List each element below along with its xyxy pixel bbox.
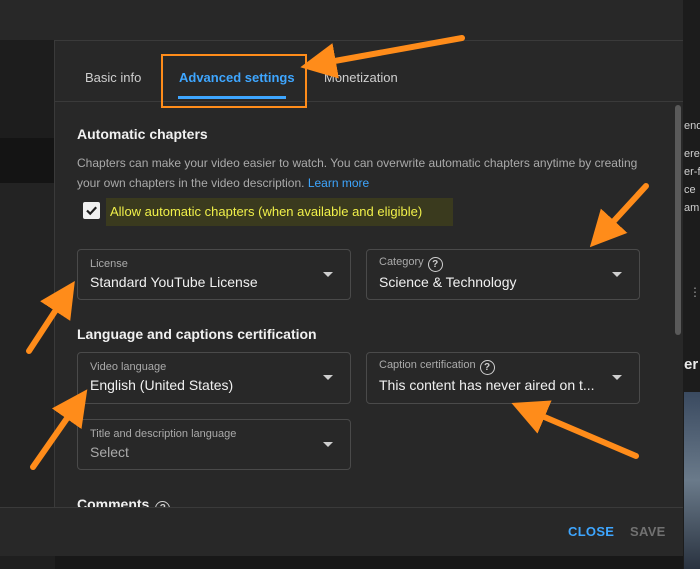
arrow-to-video-language (30, 389, 88, 470)
arrow-to-license (26, 280, 75, 354)
annotation-arrows (26, 35, 649, 470)
arrow-to-caption-certification (511, 400, 639, 459)
arrow-to-advanced-settings (300, 35, 465, 79)
arrow-to-category (589, 183, 649, 248)
